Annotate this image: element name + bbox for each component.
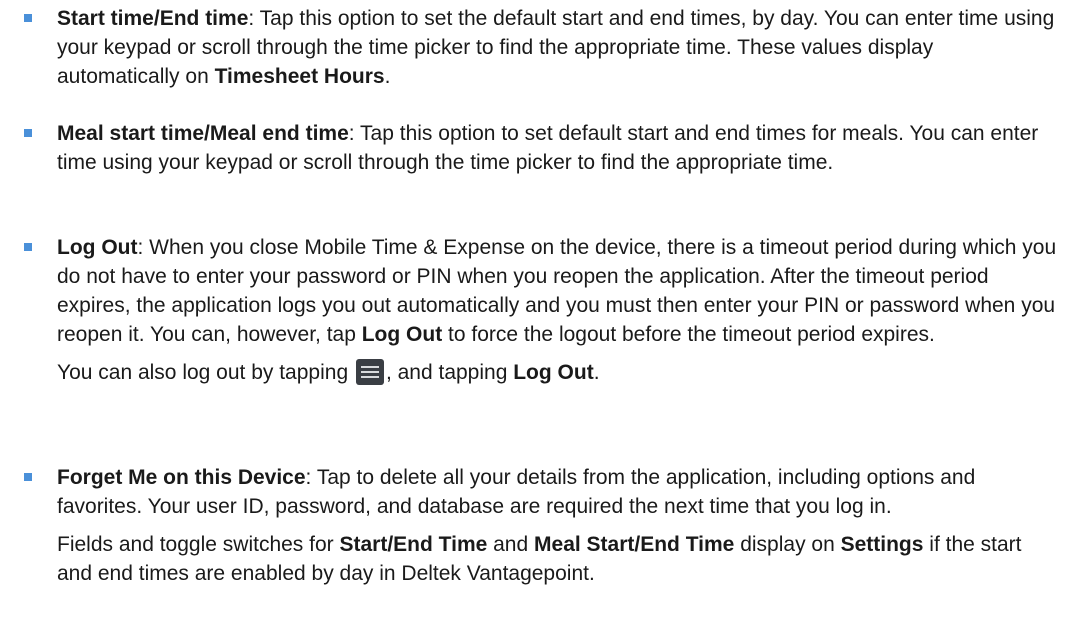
settings-ref: Settings [840,533,924,556]
note-mid: , and tapping [385,361,514,384]
list-item-text: Start time/End time: Tap this option to … [57,4,1061,91]
bullet-marker [24,129,32,137]
meal-start-end-time-ref: Meal Start/End Time [534,533,735,556]
log-out-ref: Log Out [361,323,443,346]
log-out-ref-2: Log Out [513,361,594,384]
note-mid: and [487,533,535,556]
term-meal-time: Meal start time/Meal end time [57,122,349,145]
paragraph: Meal start time/Meal end time: Tap this … [57,119,1061,177]
bullet-marker [24,243,32,251]
paragraph: Log Out: When you close Mobile Time & Ex… [57,233,1061,349]
list-item-text: Forget Me on this Device: Tap to delete … [57,463,1061,588]
list-item-forget-me: Forget Me on this Device: Tap to delete … [24,463,1061,588]
list-item-text: Meal start time/Meal end time: Tap this … [57,119,1061,177]
note-paragraph: You can also log out by tapping , and ta… [57,358,1061,387]
paragraph: Forget Me on this Device: Tap to delete … [57,463,1061,521]
paragraph: Start time/End time: Tap this option to … [57,4,1061,91]
description-end: . [384,65,391,88]
note-end: . [593,361,600,384]
list-item-start-time: Start time/End time: Tap this option to … [24,4,1061,91]
document-page: Start time/End time: Tap this option to … [0,0,1071,622]
note-start: Fields and toggle switches for [57,533,340,556]
note-paragraph: Fields and toggle switches for Start/End… [57,530,1061,588]
menu-icon [355,359,384,385]
list-item-log-out: Log Out: When you close Mobile Time & Ex… [24,233,1061,387]
bullet-marker [24,14,32,22]
list-item-text: Log Out: When you close Mobile Time & Ex… [57,233,1061,387]
timesheet-hours-ref: Timesheet Hours [214,65,385,88]
term-forget-me: Forget Me on this Device [57,466,306,489]
list-item-meal-time: Meal start time/Meal end time: Tap this … [24,119,1061,177]
term-log-out: Log Out [57,236,138,259]
note-mid-2: display on [734,533,841,556]
bullet-marker [24,473,32,481]
term-start-end-time: Start time/End time [57,7,249,30]
description-end: to force the logout before the timeout p… [442,323,935,346]
note-start: You can also log out by tapping [57,361,354,384]
start-end-time-ref: Start/End Time [339,533,488,556]
